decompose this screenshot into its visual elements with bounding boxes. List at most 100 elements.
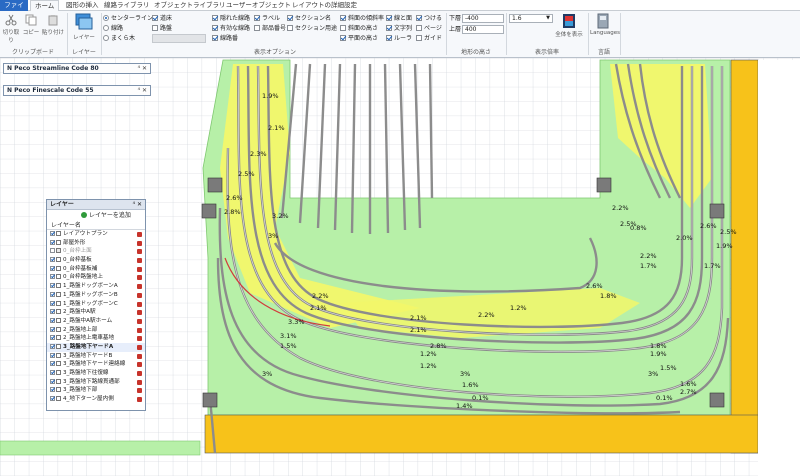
layer-visible-checkbox[interactable] [50,239,55,245]
layer-row[interactable]: 2_路盤中A駅ホーム [47,317,145,326]
layer-row[interactable]: 1_路盤ドッグボーンA [47,282,145,291]
pin-icon[interactable]: ⁴ ✕ [138,86,147,95]
layer-visible-checkbox[interactable] [50,335,55,341]
tab-layout-settings[interactable]: レイアウトの詳細設定 [288,0,361,11]
option-text[interactable]: 文字列 [386,24,412,33]
layer-lock-box[interactable] [56,317,61,323]
layer-color-icon[interactable] [137,258,142,264]
layer-visible-checkbox[interactable] [50,257,55,263]
layer-row[interactable]: 2_路盤中A駅 [47,308,145,317]
layer-row[interactable]: 3_路盤地下路線貫通部 [47,378,145,387]
layer-color-icon[interactable] [137,232,142,237]
layer-row[interactable]: 2_路盤地上部 [47,326,145,335]
option-section-name[interactable]: セクション名 [287,14,331,23]
library-panel-streamline[interactable]: N Peco Streamline Code 80 ⁴ ✕ [3,63,151,74]
zoom-select[interactable]: 1.6 ▼ [509,14,553,23]
layer-color-icon[interactable] [137,353,142,359]
layer-color-icon[interactable] [137,266,142,272]
languages-button[interactable]: Languages [590,13,620,36]
layer-visible-checkbox[interactable] [50,300,55,306]
layer-lock-box[interactable] [56,248,61,254]
layer-color-icon[interactable] [137,240,142,246]
layer-lock-box[interactable] [56,283,61,289]
option-slope-grade[interactable]: 斜面の傾斜率 [340,14,384,23]
tab-track-library[interactable]: 線路ライブラリ [100,0,154,11]
add-layer-button[interactable]: レイヤーを追加 [47,210,145,221]
layer-lock-box[interactable] [56,378,61,384]
layer-row[interactable]: 1_路盤ドッグボーンB [47,291,145,300]
layer-color-icon[interactable] [137,292,142,298]
option-slope-height[interactable]: 斜面の高さ [340,24,378,33]
layer-visible-checkbox[interactable] [50,274,55,280]
option-ruler[interactable]: ルーラ [386,34,412,43]
option-hidden-track[interactable]: 隠れた線路 [212,14,250,23]
layer-lock-box[interactable] [56,335,61,341]
pin-icon[interactable]: ⁴ ✕ [138,64,147,73]
layer-visible-checkbox[interactable] [50,291,55,297]
layer-visible-checkbox[interactable] [50,378,55,384]
layer-color-icon[interactable] [137,362,142,368]
layer-color-icon[interactable] [137,397,142,403]
layer-color-icon[interactable] [137,379,142,385]
layer-row[interactable]: 0_台枠上面 [47,247,145,256]
tab-user-object[interactable]: ユーザーオブジェクト [222,0,295,11]
layer-visible-checkbox[interactable] [50,361,55,367]
option-ballast[interactable]: 道床 [152,14,172,23]
layer-color-icon[interactable] [137,371,142,376]
layer-button[interactable]: レイヤー [70,13,98,41]
option-page[interactable]: ページ [416,24,442,33]
layer-lock-box[interactable] [56,239,61,245]
layer-row[interactable]: 1_路盤ドッグボーンC [47,300,145,309]
layer-visible-checkbox[interactable] [50,317,55,323]
layer-row[interactable]: 2_路盤地上電車基地 [47,334,145,343]
option-roadbed[interactable]: 路盤 [152,24,172,33]
layer-row[interactable]: 0_台枠基板 [47,256,145,265]
layer-color-icon[interactable] [137,284,142,290]
radio-centerline[interactable]: センターライン [103,14,153,23]
layer-color-icon[interactable] [137,318,142,324]
layer-visible-checkbox[interactable] [50,248,55,254]
radio-sleepers[interactable]: まくら木 [103,34,135,43]
layer-lock-box[interactable] [56,326,61,332]
layer-visible-checkbox[interactable] [50,231,55,236]
layer-lock-box[interactable] [56,257,61,263]
layer-color-icon[interactable] [137,388,142,394]
copy-button[interactable]: コピー [22,14,40,36]
layer-row[interactable]: 3_路盤地下ヤードA [47,342,145,352]
layer-color-icon[interactable] [137,249,142,255]
layer-visible-checkbox[interactable] [50,265,55,271]
layer-visible-checkbox[interactable] [50,343,55,349]
layer-lock-box[interactable] [56,274,61,280]
layer-color-icon[interactable] [137,275,142,281]
layer-row[interactable]: 0_台枠基板補 [47,265,145,274]
layer-color-icon[interactable] [137,336,142,342]
layer-row[interactable]: 3_路盤地下部 [47,386,145,395]
cut-button[interactable]: 切り取り [2,14,20,44]
layer-visible-checkbox[interactable] [50,326,55,332]
layer-visible-checkbox[interactable] [50,370,55,375]
layer-row[interactable]: 部屋外形 [47,239,145,248]
layer-color-icon[interactable] [137,310,142,316]
layer-lock-box[interactable] [56,361,61,367]
layer-lock-box[interactable] [56,309,61,315]
layer-lock-box[interactable] [56,265,61,271]
radio-track[interactable]: 線路 [103,24,123,33]
layout-canvas[interactable]: 1.9% 2.1% 2.3% 2.5% 2.6% 2.8% 3% 3.2% 2.2% 2.1% 3.… [0,58,800,476]
layer-color-icon[interactable] [137,301,142,307]
layer-row[interactable]: 3_路盤地下ヤードB [47,352,145,361]
show-all-button[interactable]: 全体を表示 [555,13,583,38]
option-guide[interactable]: ガイド [416,34,442,43]
option-section-use[interactable]: セクション用途 [287,24,337,33]
tab-file[interactable]: ファイル [0,0,28,20]
layer-row[interactable]: 3_路盤地下往復線 [47,369,145,378]
layer-lock-box[interactable] [56,343,61,349]
lower-height-input[interactable]: -400 [462,14,504,23]
layer-lock-box[interactable] [56,300,61,306]
layer-lock-box[interactable] [56,387,61,393]
layer-row[interactable]: 0_台枠路盤地上 [47,273,145,282]
layer-color-icon[interactable] [137,327,142,333]
option-label[interactable]: ラベル [254,14,280,23]
tab-insert-shape[interactable]: 図形の挿入 [62,0,103,11]
layer-color-icon[interactable] [137,344,142,350]
layer-visible-checkbox[interactable] [50,387,55,393]
